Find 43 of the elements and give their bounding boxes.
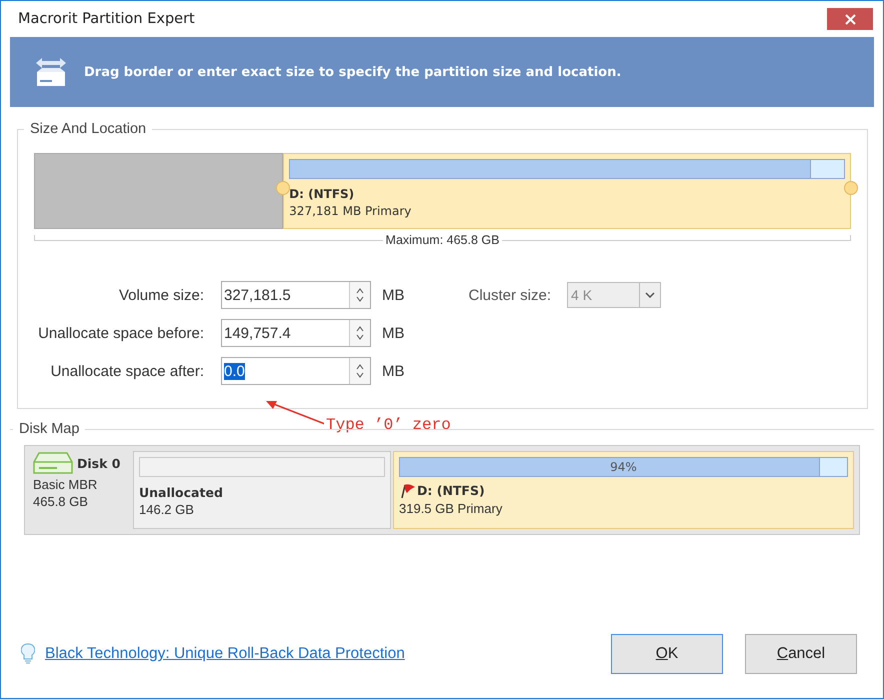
annotation-text: Type ’0’ zero [324,416,453,434]
banner-text: Drag border or enter exact size to specify the partition size and location. [84,64,622,80]
number-field[interactable]: 327,181.5 [221,281,371,309]
unallocated-partition[interactable]: Unallocated 146.2 GB [133,451,391,529]
window-title: Macrorit Partition Expert [18,11,196,27]
unit-label: MB [382,362,404,380]
field-label: Unallocate space after: [50,362,204,380]
spin-arrows-icon[interactable] [356,363,364,379]
lightbulb-icon [21,643,35,665]
disk-name: Disk 0 [77,456,120,470]
field-label: Volume size: [118,286,204,304]
group-title: Size And Location [29,121,148,137]
number-field[interactable]: 0.0 [221,357,371,385]
drive-resize-icon [34,55,68,89]
maximum-label: Maximum: 465.8 GB [382,233,502,247]
resize-handle[interactable] [844,181,858,195]
close-icon [844,14,856,24]
partition-detail: 319.5 GB Primary [399,501,502,516]
flag-icon [399,483,416,499]
partition-block[interactable]: D: (NTFS) 327,181 MB Primary [283,153,851,229]
group-title: Disk Map [18,421,80,437]
feature-link[interactable]: Black Technology: Unique Roll-Back Data Protection [45,645,405,663]
unit-label: MB [382,286,404,304]
spin-arrows-icon[interactable] [356,287,364,303]
partition-detail: 146.2 GB [139,502,194,517]
number-field[interactable]: 149,757.4 [221,319,371,347]
ok-button[interactable]: OK [611,634,723,674]
partition-detail: 327,181 MB Primary [289,204,412,218]
field-label: Unallocate space before: [37,324,204,342]
partition-block[interactable]: 94% D: (NTFS) 319.5 GB Primary [393,451,854,529]
partition-name: D: (NTFS) [289,187,354,201]
cancel-button[interactable]: Cancel [745,634,857,674]
field-label: Cluster size: [468,286,552,304]
disk-size: 465.8 GB [33,494,89,509]
dropdown-icon [645,292,656,298]
usage-percent: 94% [609,460,638,474]
annotation-arrow [265,399,327,425]
partition-name: Unallocated [139,485,223,500]
partition-name: D: (NTFS) [417,483,485,498]
disk-type: Basic MBR [33,477,98,492]
unit-label: MB [382,324,404,342]
spin-arrows-icon[interactable] [356,325,364,341]
close-button[interactable] [827,8,873,30]
